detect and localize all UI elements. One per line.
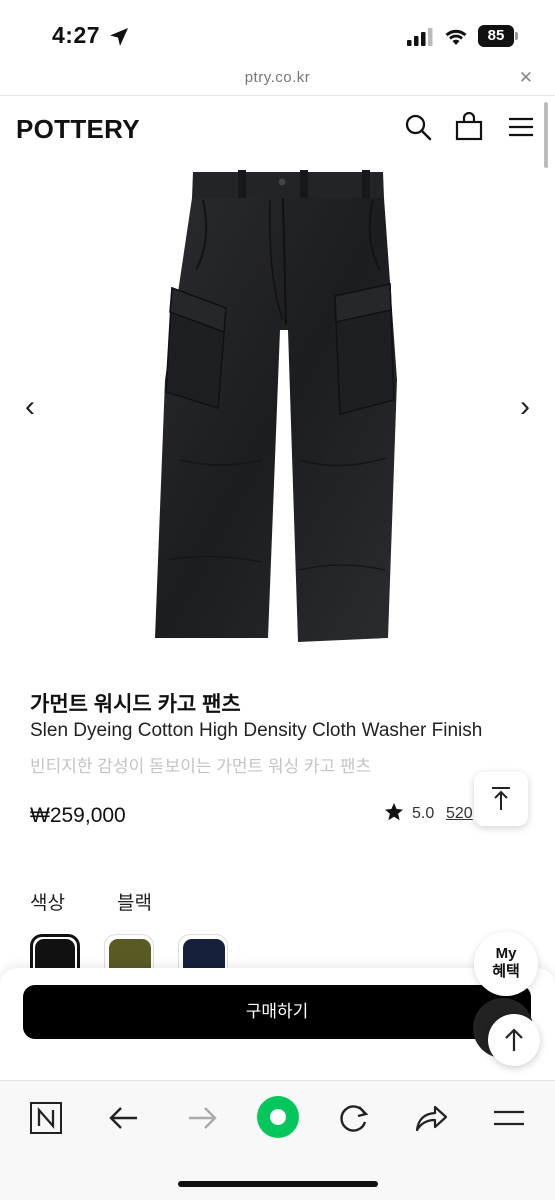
- forward-icon[interactable]: [182, 1098, 222, 1138]
- menu-icon[interactable]: [506, 112, 536, 142]
- cellular-signal-icon: [407, 28, 433, 46]
- scroll-to-top-button[interactable]: [474, 772, 528, 826]
- color-label: 색상: [30, 893, 65, 914]
- product-subtitle: 빈티지한 감성이 돋보이는 가먼트 워싱 카고 팬츠: [30, 757, 372, 776]
- url-text[interactable]: ptry.co.kr: [0, 69, 555, 86]
- star-icon: [385, 803, 403, 821]
- cargo-pants-image: [155, 170, 397, 642]
- next-image-arrow-icon[interactable]: ›: [513, 390, 537, 424]
- scroll-up-fab[interactable]: [488, 1014, 540, 1066]
- review-count-link[interactable]: 520: [446, 805, 473, 823]
- my-benefit-button[interactable]: My 혜택: [474, 932, 538, 996]
- battery-tip: [515, 32, 518, 40]
- status-time: 4:27: [52, 22, 101, 48]
- green-dot-icon[interactable]: [255, 1094, 301, 1140]
- arrow-up-icon: [505, 1028, 523, 1051]
- selected-color-value: 블랙: [117, 893, 152, 914]
- search-icon[interactable]: [403, 112, 433, 142]
- battery-indicator: 85: [478, 25, 514, 47]
- my-benefit-line2: 혜택: [492, 963, 520, 980]
- share-icon[interactable]: [411, 1098, 451, 1138]
- close-icon[interactable]: ✕: [519, 68, 533, 88]
- site-header: POTTERY: [0, 96, 555, 160]
- menu-icon[interactable]: [489, 1098, 529, 1138]
- rating-value: 5.0: [412, 805, 435, 822]
- bag-icon[interactable]: [454, 112, 484, 142]
- url-bar: ptry.co.kr ✕: [0, 64, 555, 96]
- buy-button[interactable]: 구매하기: [23, 985, 531, 1039]
- product-title-english: Slen Dyeing Cotton High Density Cloth Wa…: [30, 720, 483, 741]
- site-logo[interactable]: POTTERY: [16, 114, 140, 145]
- back-icon[interactable]: [104, 1098, 144, 1138]
- wifi-icon: [445, 29, 467, 45]
- product-title-korean: 가먼트 워시드 카고 팬츠: [30, 693, 241, 716]
- refresh-icon[interactable]: [334, 1098, 374, 1138]
- scroll-up-icon: [492, 787, 510, 810]
- page-scrollbar[interactable]: [544, 102, 548, 168]
- naver-n-icon[interactable]: [26, 1098, 66, 1138]
- prev-image-arrow-icon[interactable]: ‹: [18, 390, 42, 424]
- product-price: ₩259,000: [30, 804, 126, 827]
- home-indicator: [178, 1181, 378, 1187]
- my-benefit-line1: My: [495, 945, 517, 962]
- status-bar: 4:27 85: [0, 0, 555, 64]
- location-arrow-icon: [110, 28, 128, 46]
